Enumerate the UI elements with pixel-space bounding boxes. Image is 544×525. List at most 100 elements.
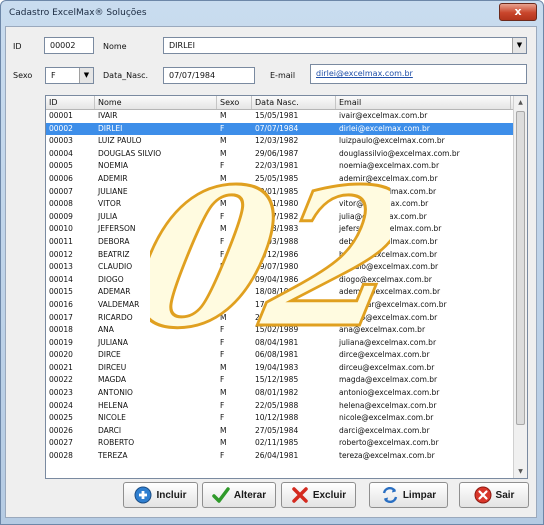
table-row[interactable]: 00026 DARCI M 27/05/1984 darci@excelmax.com.… [46,425,527,438]
table-row[interactable]: 00012 BEATRIZ F 30/12/1986 beatriz@excelmax.… [46,249,527,262]
cell-sexo: F [220,123,225,133]
table-row[interactable]: 00006 ADEMIR M 25/05/1985 ademir@excelmax.co… [46,173,527,186]
cell-id: 00016 [49,299,73,309]
table-row[interactable]: 00021 DIRCEU M 19/04/1983 dirceu@excelmax.co… [46,362,527,375]
records-listbox[interactable]: ID Nome Sexo Data Nasc. Email 00001 IVAIR… [45,95,528,479]
table-row[interactable]: 00005 NOEMIA F 22/03/1981 noemia@excelmax.co… [46,160,527,173]
vertical-scrollbar[interactable]: ▲ ▼ [513,96,527,478]
cell-nome: CLAUDIO [98,262,133,272]
table-row[interactable]: 00015 ADEMAR M 18/08/1988 ademar@excelmax.co… [46,286,527,299]
table-row[interactable]: 00016 VALDEMAR M 17/10/1988 valdemar@excelma… [46,299,527,312]
cell-id: 00026 [49,425,73,435]
chevron-down-icon[interactable]: ▼ [512,38,526,53]
column-header-email[interactable]: Email [336,96,511,109]
column-header-sexo[interactable]: Sexo [217,96,252,109]
sexo-value: F [51,71,56,80]
grid-header: ID Nome Sexo Data Nasc. Email [46,96,527,110]
cell-email: jeferson@excelmax.com.br [339,224,442,234]
incluir-button[interactable]: Incluir [123,482,198,508]
cell-nome: ANTONIO [98,388,133,398]
cell-nome: BEATRIZ [98,249,130,259]
table-row[interactable]: 00028 TEREZA F 26/04/1981 tereza@excelmax.co… [46,450,527,463]
table-row[interactable]: 00017 RICARDO M 25/05/1984 ricardo@excelmax.… [46,312,527,325]
email-field[interactable]: dirlei@excelmax.com.br [310,64,527,84]
table-row[interactable]: 00008 VITOR M 16/11/1980 vitor@excelmax.com.… [46,198,527,211]
table-row[interactable]: 00002 DIRLEI F 07/07/1984 dirlei@excelmax.co… [46,122,527,136]
table-row[interactable]: 00011 DEBORA F 20/03/1988 debora@excelmax.co… [46,236,527,249]
cell-email: roberto@excelmax.com.br [339,438,439,448]
cell-id: 00023 [49,388,73,398]
cell-id: 00009 [49,211,73,221]
email-label: E-mail [270,71,296,80]
table-row[interactable]: 00007 JULIANE F 30/01/1985 juliane@excelmax.… [46,186,527,199]
cell-id: 00005 [49,161,73,171]
table-row[interactable]: 00027 ROBERTO M 02/11/1985 roberto@excelmax.… [46,437,527,450]
limpar-button[interactable]: Limpar [369,482,448,508]
cell-nome: JEFERSON [98,224,136,234]
table-row[interactable]: 00010 JEFERSON M 31/03/1983 jeferson@excelma… [46,223,527,236]
sair-button[interactable]: Sair [459,482,529,508]
cell-data-nasc: 15/12/1985 [255,375,299,385]
table-row[interactable]: 00014 DIOGO M 09/04/1986 diogo@excelmax.com.… [46,274,527,287]
table-row[interactable]: 00020 DIRCE F 06/08/1981 dirce@excelmax.com.… [46,349,527,362]
chevron-down-icon[interactable]: ▼ [79,68,93,83]
scroll-up-icon[interactable]: ▲ [514,96,527,109]
cell-data-nasc: 22/03/1981 [255,161,299,171]
table-row[interactable]: 00018 ANA F 15/02/1989 ana@excelmax.com.br [46,324,527,337]
scroll-thumb[interactable] [516,111,525,425]
cell-data-nasc: 18/08/1988 [255,287,299,297]
column-header-nome[interactable]: Nome [95,96,217,109]
cell-nome: VALDEMAR [98,299,140,309]
cell-id: 00008 [49,199,73,209]
cell-data-nasc: 07/07/1984 [255,123,299,133]
cell-sexo: M [220,111,227,120]
cell-data-nasc: 08/01/1982 [255,388,299,398]
table-row[interactable]: 00004 DOUGLAS SILVIO M 29/06/1987 douglassil… [46,148,527,161]
cell-email: claudio@excelmax.com.br [339,262,439,272]
cell-sexo: F [220,451,225,461]
cell-sexo: M [220,362,227,372]
cell-sexo: F [220,161,225,171]
cell-sexo: F [220,400,225,410]
id-field[interactable]: 00002 [44,37,94,54]
cell-email: nicole@excelmax.com.br [339,413,434,423]
excluir-button[interactable]: Excluir [281,482,356,508]
table-row[interactable]: 00001 IVAIR M 15/05/1981 ivair@excelmax.com.… [46,110,527,123]
cell-email: antonio@excelmax.com.br [339,388,440,398]
cell-sexo: M [220,274,227,284]
cell-nome: ADEMIR [98,173,128,183]
table-row[interactable]: 00023 ANTONIO M 08/01/1982 antonio@excelmax.… [46,387,527,400]
cell-email: tereza@excelmax.com.br [339,451,435,461]
cell-sexo: M [220,148,227,158]
nome-combobox[interactable]: DIRLEI ▼ [163,37,527,54]
column-header-data-nasc[interactable]: Data Nasc. [252,96,336,109]
cell-nome: NOEMIA [98,161,129,171]
table-row[interactable]: 00025 NICOLE F 10/12/1988 nicole@excelmax.co… [46,412,527,425]
close-button[interactable]: x [499,3,537,21]
table-row[interactable]: 00009 JULIA F 20/07/1982 julia@excelmax.com.… [46,211,527,224]
cell-data-nasc: 29/07/1980 [255,262,299,272]
alterar-button[interactable]: Alterar [202,482,276,508]
table-row[interactable]: 00024 HELENA F 22/05/1988 helena@excelmax.co… [46,400,527,413]
cell-nome: DIRCEU [98,362,127,372]
cell-data-nasc: 15/05/1981 [255,111,299,120]
column-header-id[interactable]: ID [46,96,95,109]
scroll-down-icon[interactable]: ▼ [514,465,527,478]
sexo-label: Sexo [13,71,33,80]
table-row[interactable]: 00022 MAGDA F 15/12/1985 magda@excelmax.com.… [46,374,527,387]
cell-nome: TEREZA [98,451,128,461]
table-row[interactable]: 00013 CLAUDIO M 29/07/1980 claudio@excelmax.… [46,261,527,274]
cell-data-nasc: 08/04/1981 [255,337,299,347]
cell-sexo: F [220,325,225,335]
cell-id: 00020 [49,350,73,360]
table-row[interactable]: 00003 LUIZ PAULO M 12/03/1982 luizpaulo@exce… [46,135,527,148]
cell-data-nasc: 10/12/1988 [255,413,299,423]
id-label: ID [13,42,22,51]
sexo-combobox[interactable]: F ▼ [45,67,94,84]
cell-nome: DEBORA [98,236,130,246]
cell-nome: DOUGLAS SILVIO [98,148,162,158]
data-nasc-field[interactable]: 07/07/1984 [163,67,255,84]
cell-data-nasc: 22/05/1988 [255,400,299,410]
table-row[interactable]: 00019 JULIANA F 08/04/1981 juliana@excelmax.… [46,337,527,350]
cell-sexo: M [220,388,227,398]
